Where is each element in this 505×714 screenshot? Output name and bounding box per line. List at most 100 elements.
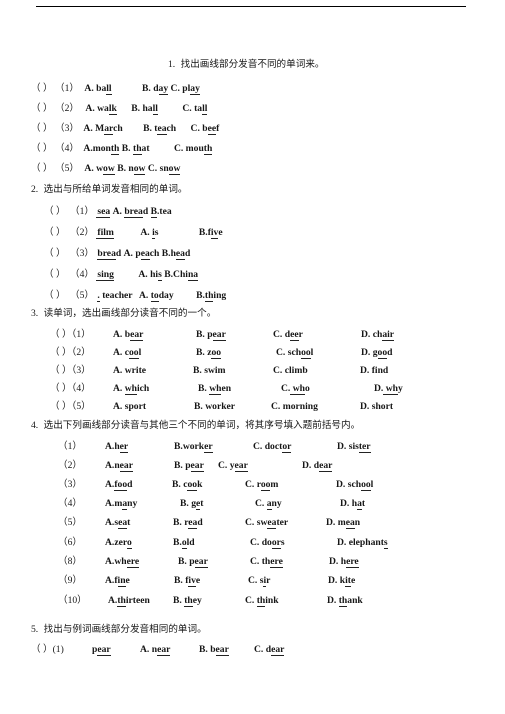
option-b: B. cook bbox=[172, 479, 203, 491]
underlined-segment: wh bbox=[124, 383, 137, 395]
option-b: B. swim bbox=[193, 365, 226, 376]
option-a: A.zero bbox=[105, 537, 132, 549]
s1-item-4-row: （ ） （4） A.month B. that C. mouth bbox=[31, 143, 213, 155]
underlined-segment: ay bbox=[190, 83, 200, 95]
item-label: （5） bbox=[55, 163, 79, 174]
option-b: B. day bbox=[142, 83, 169, 95]
option-c: C. there bbox=[250, 556, 283, 568]
option-a: A. write bbox=[113, 365, 147, 376]
underlined-segment: th bbox=[203, 143, 213, 155]
s2-item-5-row: （ ） （5） . teacher A. today B.thing bbox=[44, 290, 227, 302]
option-d: D. school bbox=[336, 479, 374, 491]
item-label: （5） bbox=[70, 290, 94, 301]
underlined-segment: ter bbox=[358, 441, 371, 453]
option-d: D. here bbox=[329, 556, 359, 568]
option-b: B. they bbox=[173, 595, 202, 607]
underlined-segment: oo bbox=[361, 479, 371, 491]
answer-bracket[interactable]: （ ） bbox=[44, 290, 66, 301]
answer-bracket[interactable]: （ ） bbox=[50, 347, 72, 358]
row-prefix[interactable]: （ ）（1） bbox=[50, 329, 91, 341]
answer-bracket[interactable]: （ ） bbox=[44, 227, 66, 238]
option-d: D. chair bbox=[361, 329, 395, 341]
option-a: A. today bbox=[138, 290, 174, 302]
option-b: B.thing bbox=[196, 290, 227, 302]
underlined-segment: oo bbox=[129, 347, 139, 359]
option-c: C. sir bbox=[248, 575, 271, 587]
option-a: A.where bbox=[105, 556, 140, 568]
answer-bracket[interactable]: （ ） bbox=[50, 329, 72, 340]
underlined-segment: er bbox=[204, 441, 213, 453]
option-c: C. sweater bbox=[245, 517, 289, 529]
item-label: （2） bbox=[71, 347, 91, 358]
option-c: C. tall bbox=[182, 103, 208, 115]
row-prefix[interactable]: （ ）（2） bbox=[50, 347, 91, 359]
answer-bracket[interactable]: （ ） bbox=[50, 365, 72, 376]
underlined-segment: ow bbox=[133, 163, 146, 175]
row-prefix[interactable]: （ ）（3） bbox=[50, 365, 91, 377]
item-label: （2） bbox=[55, 103, 79, 114]
underlined-segment: ere bbox=[270, 556, 283, 568]
header-divider-rule bbox=[36, 6, 466, 7]
option-a: A. bear bbox=[113, 329, 144, 341]
option-c: C. room bbox=[245, 479, 279, 491]
option-a: A. walk bbox=[85, 103, 117, 115]
underlined-segment: or bbox=[212, 401, 222, 412]
underlined-segment: o bbox=[126, 537, 132, 549]
option-d: D. good bbox=[361, 347, 393, 359]
answer-bracket[interactable]: （ ） bbox=[44, 248, 66, 259]
option-a: A. which bbox=[113, 383, 150, 395]
option-c: C. think bbox=[245, 595, 279, 607]
s1-item-1-row: （ ） （1） A. ball B. day C. play bbox=[31, 83, 200, 95]
underlined-segment: ear bbox=[234, 460, 248, 472]
answer-bracket[interactable]: （ ） bbox=[44, 206, 66, 217]
option-b: B. pear bbox=[196, 329, 226, 341]
underlined-segment: ea bbox=[118, 517, 128, 529]
answer-bracket[interactable]: （ ） bbox=[31, 83, 53, 94]
s2-item-2-row: （ ） （2） film A. is B.five bbox=[44, 227, 223, 239]
option-c: C. snow bbox=[147, 163, 181, 175]
section-5-number: 5. bbox=[31, 624, 39, 635]
answer-bracket[interactable]: （ ） bbox=[31, 123, 53, 134]
underlined-segment: to bbox=[150, 290, 159, 302]
option-c: C. play bbox=[170, 83, 200, 95]
section-1-heading: 1. 找出画线部分发音不同的单词来。 bbox=[168, 59, 325, 71]
option-b: B. worker bbox=[194, 401, 236, 412]
section-3-number: 3. bbox=[31, 308, 39, 319]
option-c: C. school bbox=[276, 347, 314, 359]
answer-bracket[interactable]: （ ） bbox=[44, 269, 66, 280]
option-d: D. short bbox=[360, 401, 394, 412]
underlined-segment: wh bbox=[385, 383, 398, 394]
item-label: （3） bbox=[71, 365, 91, 376]
option-c: C. mouth bbox=[173, 143, 213, 155]
option-a: A.food bbox=[105, 479, 133, 491]
answer-bracket[interactable]: （ ） bbox=[31, 163, 53, 174]
option-c: C. any bbox=[255, 498, 282, 510]
underlined-segment: ear bbox=[157, 644, 171, 656]
row-prefix[interactable]: （ ）(1) bbox=[31, 644, 64, 656]
item-label: （4） bbox=[70, 269, 94, 280]
underlined-segment: or bbox=[290, 401, 300, 412]
underlined-segment: ear bbox=[212, 329, 226, 341]
item-label: （9） bbox=[58, 575, 82, 586]
underlined-segment: ll bbox=[152, 103, 158, 115]
answer-bracket[interactable]: （ ） bbox=[50, 383, 72, 394]
underlined-segment: oo bbox=[211, 347, 222, 359]
option-a: A. is bbox=[140, 227, 159, 239]
option-a: A.near bbox=[105, 460, 133, 472]
underlined-segment: or bbox=[271, 537, 281, 549]
row-prefix[interactable]: （ ）（4） bbox=[50, 383, 91, 395]
answer-bracket[interactable]: （ ） bbox=[50, 401, 72, 412]
answer-bracket[interactable]: （ ） bbox=[31, 103, 53, 114]
underlined-segment: wh bbox=[292, 383, 305, 394]
underlined-segment: oo bbox=[377, 347, 388, 359]
option-d: D. find bbox=[360, 365, 389, 376]
option-a: A.fine bbox=[105, 575, 130, 587]
row-prefix[interactable]: （ ）（5） bbox=[50, 401, 91, 413]
section-3-heading-text: 读单词，选出画线部分读音不同的一个。 bbox=[43, 308, 217, 319]
answer-bracket[interactable]: （ ） bbox=[31, 143, 53, 154]
underlined-segment: ea bbox=[157, 123, 167, 135]
answer-bracket[interactable]: （ ） bbox=[31, 644, 53, 655]
option-b: B. teach bbox=[143, 123, 177, 135]
s1-item-2-row: （ ） （2） A. walk B. hall C. tall bbox=[31, 103, 208, 115]
underlined-segment: ear bbox=[190, 460, 204, 472]
